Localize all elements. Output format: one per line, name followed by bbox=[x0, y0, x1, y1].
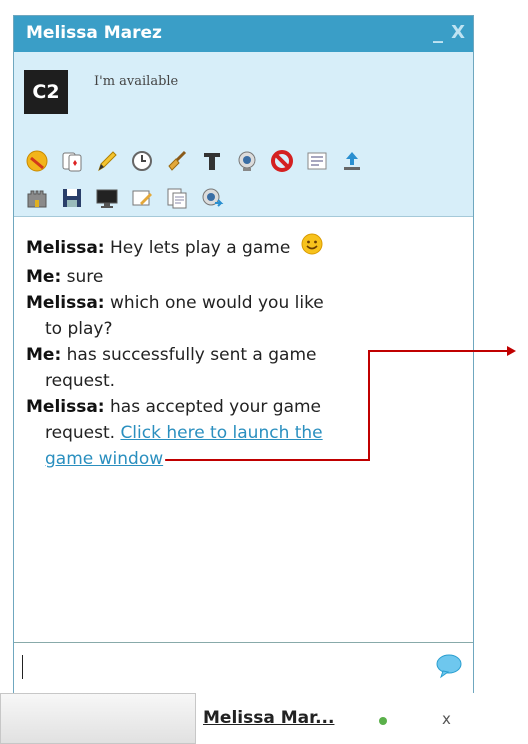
webcam-share-icon[interactable] bbox=[199, 185, 225, 211]
window-title: Melissa Marez bbox=[26, 23, 162, 43]
message-text: Hey lets play a game bbox=[110, 238, 291, 258]
launch-game-link[interactable]: Click here to launch the bbox=[120, 423, 322, 443]
speech-bubble-icon[interactable] bbox=[435, 653, 463, 683]
upload-icon[interactable] bbox=[339, 148, 365, 174]
message-text-continued: request. bbox=[45, 371, 116, 391]
message-text-continued: request. bbox=[45, 423, 116, 443]
taskbar-close-button[interactable]: x bbox=[442, 710, 451, 728]
webcam-icon[interactable] bbox=[234, 148, 260, 174]
status-text[interactable]: I'm available bbox=[94, 74, 178, 89]
message-text: sure bbox=[66, 267, 104, 287]
title-bar[interactable]: Melissa Marez _ X bbox=[14, 16, 473, 52]
message-text: has successfully sent a game bbox=[66, 345, 317, 365]
message-text: has accepted your game bbox=[110, 397, 322, 417]
toolbar-row-2 bbox=[24, 185, 464, 211]
chat-message: Me: has successfully sent a game request… bbox=[26, 342, 456, 394]
clock-icon[interactable] bbox=[129, 148, 155, 174]
avatar: C2 bbox=[24, 70, 68, 114]
message-input[interactable] bbox=[14, 642, 473, 695]
chat-window: Melissa Marez _ X C2 I'm available Melis… bbox=[13, 15, 474, 695]
minimize-button[interactable]: _ bbox=[433, 19, 443, 43]
pencil-icon[interactable] bbox=[94, 148, 120, 174]
online-status-dot bbox=[379, 717, 387, 725]
profile-header: C2 I'm available bbox=[14, 52, 473, 217]
taskbar-tab-name[interactable]: Melissa Mar... bbox=[203, 708, 334, 728]
sender-name: Me: bbox=[26, 267, 62, 287]
launch-game-link-continued[interactable]: game window bbox=[45, 449, 163, 469]
smiley-icon bbox=[300, 232, 324, 264]
emoticon-icon[interactable] bbox=[24, 148, 50, 174]
castle-icon[interactable] bbox=[24, 185, 50, 211]
log-icon[interactable] bbox=[304, 148, 330, 174]
documents-icon[interactable] bbox=[164, 185, 190, 211]
sender-name: Me: bbox=[26, 345, 62, 365]
chat-message: Me: sure bbox=[26, 264, 456, 290]
font-icon[interactable] bbox=[199, 148, 225, 174]
chat-message: Melissa: Hey lets play a game bbox=[26, 232, 456, 264]
chat-message: Melissa: has accepted your game request.… bbox=[26, 394, 456, 472]
message-list: Melissa: Hey lets play a game Me: sure M… bbox=[26, 232, 456, 472]
text-caret bbox=[22, 655, 23, 679]
close-button[interactable]: X bbox=[451, 22, 465, 43]
save-icon[interactable] bbox=[59, 185, 85, 211]
taskbar-chat-tab[interactable]: Melissa Mar... x bbox=[196, 693, 488, 744]
edit-icon[interactable] bbox=[129, 185, 155, 211]
message-text-continued: to play? bbox=[45, 319, 113, 339]
taskbar-empty-slot[interactable] bbox=[0, 693, 196, 744]
cards-icon[interactable] bbox=[59, 148, 85, 174]
toolbar-row-1 bbox=[24, 148, 464, 174]
message-text: which one would you like bbox=[110, 293, 324, 313]
sender-name: Melissa: bbox=[26, 397, 105, 417]
sender-name: Melissa: bbox=[26, 293, 105, 313]
sender-name: Melissa: bbox=[26, 238, 105, 258]
block-icon[interactable] bbox=[269, 148, 295, 174]
toolbar bbox=[24, 148, 464, 222]
broom-icon[interactable] bbox=[164, 148, 190, 174]
monitor-icon[interactable] bbox=[94, 185, 120, 211]
chat-message: Melissa: which one would you like to pla… bbox=[26, 290, 456, 342]
